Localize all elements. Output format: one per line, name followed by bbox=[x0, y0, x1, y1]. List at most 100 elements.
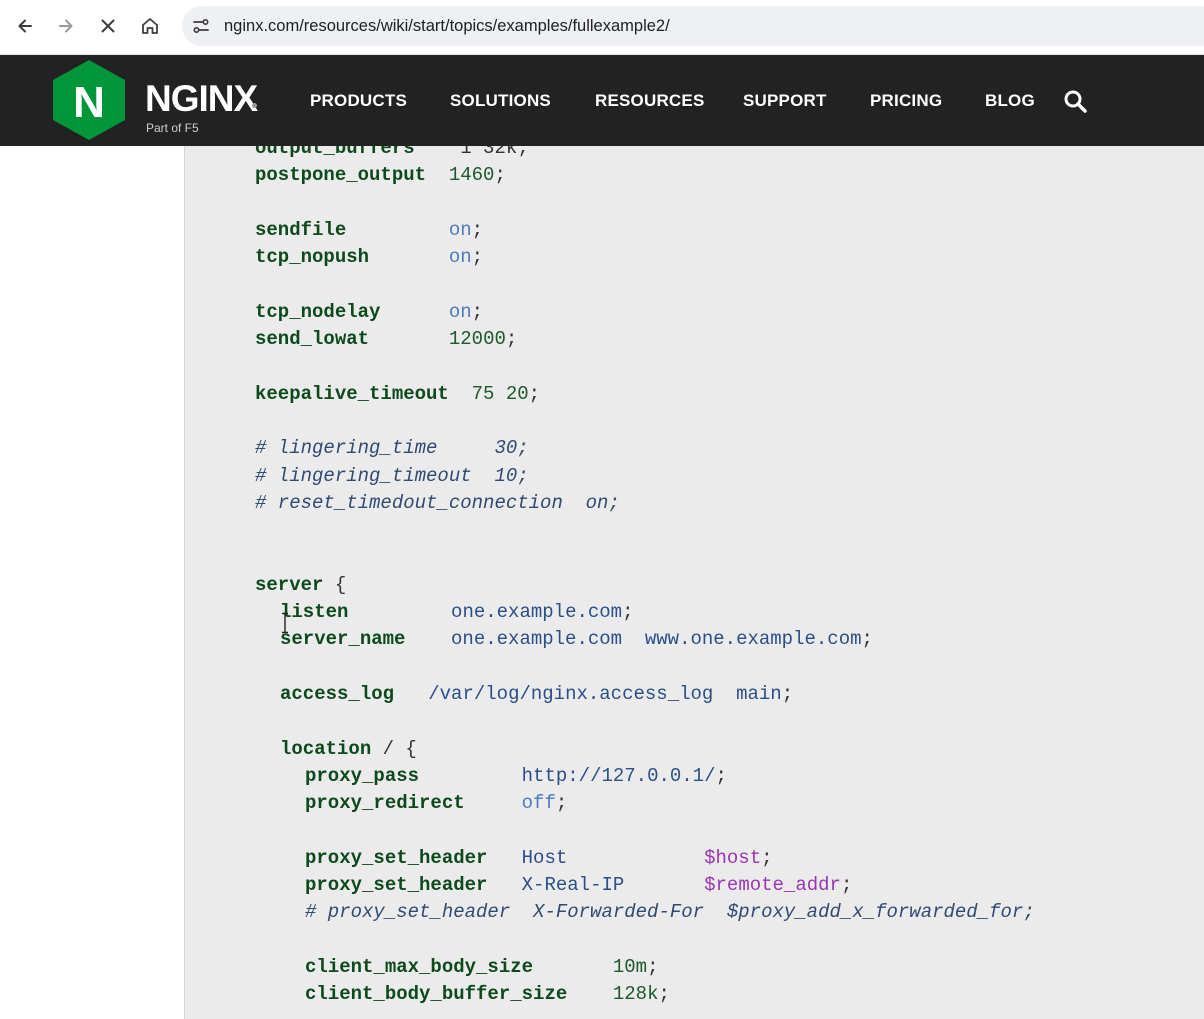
code-line: proxy_set_header Host $host; bbox=[305, 846, 773, 870]
code-token: # lingering_time 30; bbox=[255, 437, 529, 460]
code-token: 1460 bbox=[448, 164, 495, 187]
code-token: / { bbox=[371, 737, 417, 760]
code-token: access_log bbox=[280, 683, 395, 705]
page-content: output_buffers 1 32k; postpone_output 146… bbox=[0, 146, 1204, 1019]
forward-arrow-icon[interactable] bbox=[51, 11, 81, 41]
code-token: send_lowat bbox=[255, 328, 370, 351]
code-line: location / { bbox=[280, 737, 417, 761]
code-token: $remote_addr bbox=[704, 874, 841, 897]
code-token: # proxy_set_header X-Forwarded-For $prox… bbox=[305, 901, 1035, 924]
code-token: 128k bbox=[612, 983, 659, 1006]
url-text[interactable]: nginx.com/resources/wiki/start/topics/ex… bbox=[224, 17, 670, 36]
nav-item-solutions[interactable]: SOLUTIONS bbox=[450, 91, 551, 111]
code-line: client_max_body_size 10m; bbox=[305, 955, 659, 979]
code-token: http://127.0.0.1/ bbox=[521, 764, 716, 787]
nav-item-support[interactable]: SUPPORT bbox=[743, 91, 827, 111]
code-token: ; bbox=[471, 246, 484, 269]
code-token: proxy_redirect bbox=[305, 792, 465, 815]
code-token: $host bbox=[704, 846, 762, 869]
code-token: ; bbox=[622, 601, 634, 624]
nginx-logo[interactable]: N bbox=[50, 58, 128, 142]
code-token: ; bbox=[528, 382, 541, 405]
code-line: output_buffers 1 32k; bbox=[255, 146, 529, 160]
code-token: postpone_output bbox=[255, 164, 427, 187]
address-bar[interactable]: nginx.com/resources/wiki/start/topics/ex… bbox=[182, 6, 1204, 46]
code-line: proxy_pass http://127.0.0.1/; bbox=[305, 764, 727, 788]
nav-item-blog[interactable]: BLOG bbox=[985, 91, 1035, 111]
code-token: 10m bbox=[612, 956, 648, 978]
code-token: on bbox=[448, 300, 472, 323]
code-line: send_lowat 12000; bbox=[255, 327, 517, 351]
brand-dot bbox=[252, 103, 257, 108]
code-token: ; bbox=[658, 983, 670, 1006]
code-line: listen one.example.com; bbox=[280, 600, 633, 624]
code-line: sendfile on; bbox=[255, 218, 483, 242]
code-token: proxy_pass bbox=[305, 764, 420, 787]
search-icon[interactable] bbox=[1062, 88, 1090, 116]
code-token: ; bbox=[647, 956, 659, 978]
code-token: Host bbox=[521, 846, 568, 869]
code-token: ; bbox=[494, 164, 506, 187]
code-line: # lingering_timeout 10; bbox=[255, 464, 529, 488]
code-line: client_body_buffer_size 128k; bbox=[305, 982, 670, 1006]
nav-item-resources[interactable]: RESOURCES bbox=[595, 91, 705, 111]
brand-name[interactable]: NGINX bbox=[145, 78, 258, 120]
back-arrow-icon[interactable] bbox=[10, 11, 40, 41]
text-cursor-icon bbox=[280, 612, 290, 634]
code-token: server bbox=[255, 573, 324, 596]
code-line: # reset_timedout_connection on; bbox=[255, 491, 620, 515]
site-settings-icon[interactable] bbox=[192, 17, 210, 35]
code-token: ; bbox=[840, 874, 853, 897]
nav-item-products[interactable]: PRODUCTS bbox=[310, 91, 407, 111]
code-token: ; bbox=[715, 764, 727, 787]
code-token: server_name bbox=[280, 628, 406, 651]
code-token: 75 20 bbox=[471, 382, 529, 405]
code-token: ; bbox=[761, 846, 773, 869]
code-line: postpone_output 1460; bbox=[255, 163, 506, 187]
code-token: { bbox=[323, 573, 347, 596]
code-token: 12000 bbox=[448, 328, 506, 351]
code-token: proxy_set_header bbox=[305, 874, 488, 897]
code-token: keepalive_timeout bbox=[255, 382, 449, 405]
code-token: one.example.com www.one.example.com bbox=[451, 628, 862, 651]
code-token: listen bbox=[280, 601, 349, 624]
browser-toolbar: nginx.com/resources/wiki/start/topics/ex… bbox=[0, 0, 1204, 55]
code-line: proxy_redirect off; bbox=[305, 791, 567, 815]
code-line: keepalive_timeout 75 20; bbox=[255, 382, 540, 406]
code-token: ; bbox=[781, 683, 794, 705]
code-token: # reset_timedout_connection on; bbox=[255, 491, 620, 514]
nav-item-pricing[interactable]: PRICING bbox=[870, 91, 942, 111]
code-line: server_name one.example.com www.one.exam… bbox=[280, 627, 873, 651]
code-token: output_buffers bbox=[255, 146, 415, 159]
logo-letter: N bbox=[73, 78, 105, 127]
code-token: ; bbox=[471, 300, 484, 323]
code-token: ; bbox=[861, 628, 873, 651]
code-token: off bbox=[521, 792, 556, 815]
code-line: tcp_nodelay on; bbox=[255, 300, 483, 324]
site-header: N NGINX Part of F5 PRODUCTS SOLUTIONS RE… bbox=[0, 55, 1204, 146]
code-token: one.example.com bbox=[451, 601, 623, 624]
code-line: access_log /var/log/nginx.access_log mai… bbox=[280, 682, 793, 706]
code-token: /var/log/nginx.access_log main bbox=[428, 683, 782, 705]
code-token: tcp_nopush bbox=[255, 246, 370, 269]
code-token: sendfile bbox=[255, 218, 347, 241]
code-token: ; bbox=[471, 218, 484, 241]
code-line: tcp_nopush on; bbox=[255, 245, 483, 269]
code-line: proxy_set_header X-Real-IP $remote_addr; bbox=[305, 873, 852, 897]
home-icon[interactable] bbox=[135, 11, 165, 41]
code-token: location bbox=[280, 737, 372, 760]
stop-loading-icon[interactable] bbox=[93, 11, 123, 41]
